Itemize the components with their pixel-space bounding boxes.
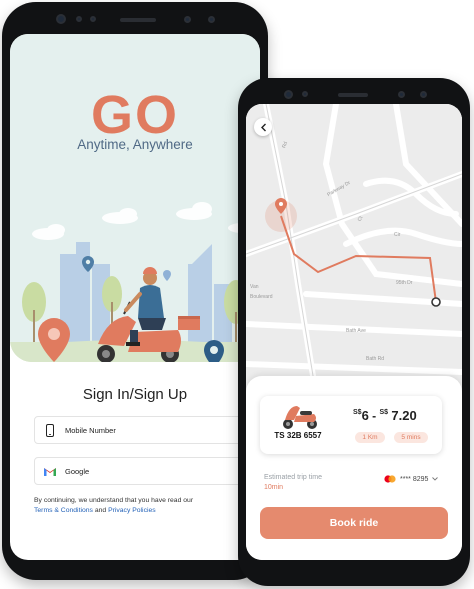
fare-low: 6 <box>361 408 369 423</box>
location-pin-icon <box>204 340 224 362</box>
book-ride-button[interactable]: Book ride <box>260 507 448 539</box>
consent-text: By continuing, we understand that you ha… <box>34 496 248 516</box>
front-camera <box>56 14 66 24</box>
google-icon <box>35 467 65 476</box>
sensor <box>302 91 308 97</box>
speaker <box>338 93 368 97</box>
google-label: Google <box>65 466 90 476</box>
estimated-time-value: 10min <box>264 484 284 491</box>
speaker <box>120 18 156 22</box>
route-map[interactable]: Rd Parkway Dr Ct Cir 95th Dr Bath Ave Ba… <box>246 104 462 397</box>
chevron-down-icon <box>432 477 439 481</box>
google-signin-button[interactable]: Google <box>34 457 248 485</box>
mastercard-icon <box>384 475 396 483</box>
currency-symbol: S$ <box>379 409 389 416</box>
consent-sentence: By continuing, we understand that you ha… <box>34 497 194 504</box>
duration-badge: 5 mins <box>394 432 428 443</box>
fare-separator: - <box>372 409 377 423</box>
sensor <box>208 16 215 23</box>
booking-screen: Rd Parkway Dr Ct Cir 95th Dr Bath Ave Ba… <box>246 104 462 560</box>
street-label: Van <box>250 284 259 290</box>
back-chevron-icon <box>260 123 266 131</box>
vehicle-plate: TS 32B 6557 <box>274 431 322 440</box>
phone-right: Rd Parkway Dr Ct Cir 95th Dr Bath Ave Ba… <box>238 78 470 586</box>
fare-range: S$6 - S$ 7.20 <box>353 408 417 423</box>
sensor <box>398 91 405 98</box>
map-roads <box>246 104 462 397</box>
currency-symbol: S$ <box>353 409 362 416</box>
street-label: Boulevard <box>250 294 273 300</box>
sensor <box>184 16 191 23</box>
terms-link[interactable]: Terms & Conditions <box>34 507 93 514</box>
signin-title: Sign In/Sign Up <box>82 386 188 403</box>
mobile-number-button[interactable]: Mobile Number <box>34 416 248 444</box>
status-notch <box>2 2 268 32</box>
street-label: Cir <box>394 232 401 238</box>
rider-illustration <box>10 202 260 362</box>
privacy-link[interactable]: Privacy Policies <box>108 507 156 514</box>
fare-high: 7.20 <box>391 408 417 423</box>
sensor <box>90 16 96 22</box>
front-camera <box>284 90 293 99</box>
hero-banner: GO Anytime, Anywhere <box>10 34 260 362</box>
card-number: **** 8295 <box>400 475 429 483</box>
phone-icon <box>35 423 65 437</box>
street-label: Bath Ave <box>346 328 366 334</box>
estimated-time-label: Estimated trip time <box>264 474 322 481</box>
mobile-number-label: Mobile Number <box>65 425 116 435</box>
ride-bottom-sheet: TS 32B 6557 S$6 - S$ 7.20 1 Km 5 mins Es… <box>246 376 462 560</box>
distance-badge: 1 Km <box>355 432 385 443</box>
ride-option-card[interactable]: TS 32B 6557 S$6 - S$ 7.20 1 Km 5 mins <box>260 396 442 454</box>
sensor <box>76 16 82 22</box>
back-button[interactable] <box>254 118 272 136</box>
street-label: 95th Dr <box>396 280 413 286</box>
phone-left: GO Anytime, Anywhere Sign In/Sign Up Mob… <box>2 2 268 580</box>
street-label: Bath Rd <box>366 356 385 362</box>
and-word: and <box>94 507 107 514</box>
stage: GO Anytime, Anywhere Sign In/Sign Up Mob… <box>0 0 474 589</box>
payment-method-selector[interactable]: **** 8295 <box>384 475 439 483</box>
signin-screen: GO Anytime, Anywhere Sign In/Sign Up Mob… <box>10 34 260 560</box>
scooter-icon <box>283 406 317 429</box>
tagline: Anytime, Anywhere <box>77 137 193 152</box>
sensor <box>420 91 427 98</box>
